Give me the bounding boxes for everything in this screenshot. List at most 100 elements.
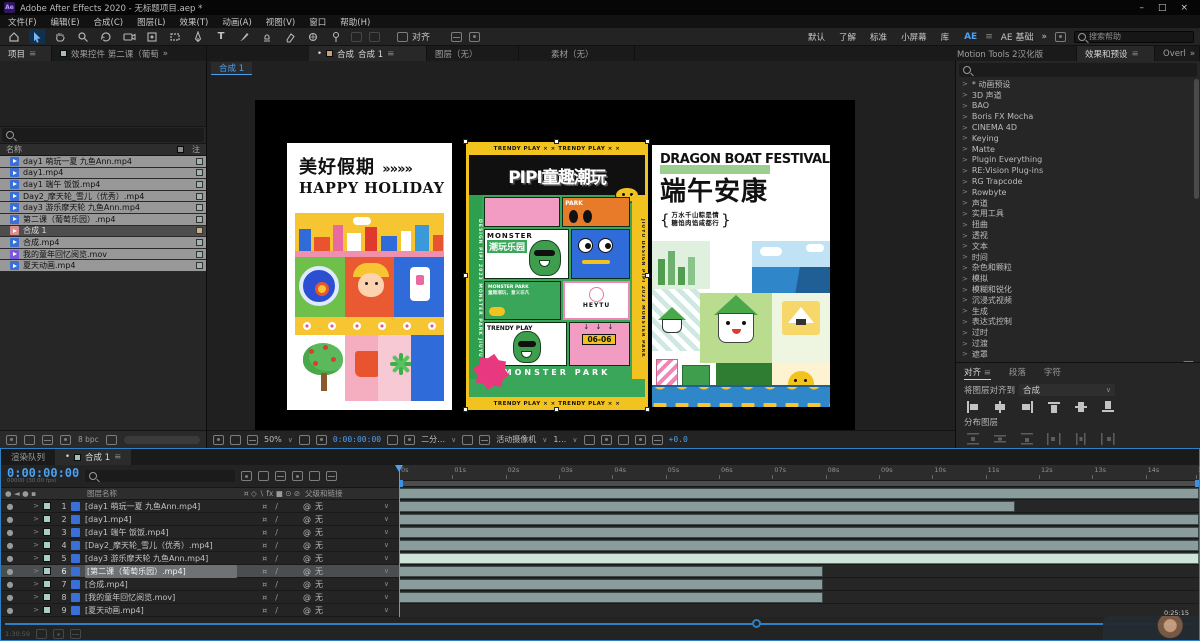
effects-group-name[interactable]: 沉浸式视频 <box>972 295 1012 306</box>
tab-render-queue[interactable]: 渲染队列 <box>1 449 55 465</box>
scrollbar-knob[interactable] <box>752 619 762 628</box>
effects-group-name[interactable]: RG Trapcode <box>972 177 1023 186</box>
effects-group-name[interactable]: 过时 <box>972 327 988 338</box>
parent-link-header[interactable]: 父级和链接 <box>305 488 397 499</box>
layer-name[interactable]: [Day2_摩天轮_雪儿（优秀）.mp4] <box>85 540 237 551</box>
viewer-timecode[interactable]: 0:00:00:00 <box>333 435 381 444</box>
layer-row[interactable]: ● > 5 [day3 游乐摩天轮 九鱼Ann.mp4] ¤ / @ 无 ∨ <box>1 552 399 565</box>
expander-icon[interactable]: > <box>962 80 968 88</box>
layer-expander-icon[interactable]: > <box>19 580 43 588</box>
expand-transfer-controls-icon[interactable] <box>53 629 65 639</box>
effects-group-name[interactable]: 文本 <box>972 241 988 252</box>
distribute-h-center-button[interactable] <box>1074 433 1088 445</box>
parent-caret-icon[interactable]: ∨ <box>384 593 395 601</box>
workspace-item[interactable]: 了解 <box>832 31 863 43</box>
work-area-bar[interactable] <box>399 480 1199 488</box>
primary-viewer-icon[interactable] <box>230 434 241 445</box>
roto-brush-tool-icon[interactable] <box>305 29 321 44</box>
minimize-button[interactable]: – <box>1139 3 1144 13</box>
layer-color-chip[interactable] <box>43 528 51 536</box>
align-v-center-button[interactable] <box>1074 401 1088 413</box>
layer-duration-bar[interactable] <box>399 540 1199 551</box>
layer-switches[interactable]: ¤ / <box>237 593 303 602</box>
workspace-item[interactable]: 小屏幕 <box>894 31 934 43</box>
eye-icon[interactable]: ● <box>1 554 19 563</box>
project-list-header[interactable]: 名称 注 <box>0 143 206 156</box>
effects-group-name[interactable]: 模拟 <box>972 273 988 284</box>
grid-icon[interactable] <box>469 31 481 42</box>
project-item[interactable]: day1.mp4 <box>0 167 206 180</box>
new-folder-icon[interactable] <box>24 434 35 445</box>
project-item-name[interactable]: day1 萌玩一夏 九鱼Ann.mp4 <box>23 156 192 167</box>
label-swatch[interactable] <box>196 215 203 223</box>
distribute-top-button[interactable] <box>966 433 980 445</box>
eye-icon[interactable]: ● <box>1 580 19 589</box>
effects-group-name[interactable]: 生成 <box>972 306 988 317</box>
selection-handle[interactable] <box>554 139 559 144</box>
effects-group[interactable]: > 过渡 <box>956 338 1200 349</box>
effects-group-name[interactable]: Matte <box>972 145 995 154</box>
label-swatch[interactable] <box>196 192 203 200</box>
mask-visibility-icon[interactable] <box>315 434 327 445</box>
layer-row[interactable]: ● > 4 [Day2_摩天轮_雪儿（优秀）.mp4] ¤ / @ 无 ∨ <box>1 539 399 552</box>
layer-duration-bar[interactable] <box>399 488 1199 499</box>
effects-group-name[interactable]: BAO <box>972 101 989 110</box>
project-item[interactable]: 合成 1 <box>0 225 206 238</box>
roi-icon[interactable] <box>462 434 474 445</box>
effects-group[interactable]: > 3D 声道 <box>956 90 1200 101</box>
expander-icon[interactable]: > <box>962 124 968 132</box>
effects-group-name[interactable]: 时间 <box>972 252 988 263</box>
parent-caret-icon[interactable]: ∨ <box>384 580 395 588</box>
selection-handle[interactable] <box>645 273 650 278</box>
tab-effects-presets[interactable]: 效果和预设 ≡ <box>1077 46 1155 61</box>
expander-icon[interactable]: > <box>962 113 968 121</box>
effects-group[interactable]: > 模拟 <box>956 273 1200 284</box>
tab-project[interactable]: 项目 ≡ <box>0 46 52 61</box>
layer-name[interactable]: [day3 游乐摩天轮 九鱼Ann.mp4] <box>85 553 237 564</box>
bit-depth[interactable]: 8 bpc <box>78 435 99 444</box>
tab-align[interactable]: 对齐 ≡ <box>964 366 991 380</box>
effects-group-name[interactable]: Rowbyte <box>972 188 1007 197</box>
channel-icon[interactable] <box>404 434 416 445</box>
effects-group-name[interactable]: 扭曲 <box>972 219 988 230</box>
parent-select[interactable]: 无 <box>315 514 323 525</box>
parent-caret-icon[interactable]: ∨ <box>384 515 395 523</box>
distribute-v-center-button[interactable] <box>993 433 1007 445</box>
composition-mini-flowchart-icon[interactable] <box>241 471 253 481</box>
parent-select[interactable]: 无 <box>315 527 323 538</box>
layer-switches[interactable]: ¤ / <box>237 541 303 550</box>
tab-composition[interactable]: • 合成 合成 1 ≡ <box>309 46 427 61</box>
layer-switches[interactable]: ¤ / <box>237 502 303 511</box>
effects-group-name[interactable]: 表达式控制 <box>972 316 1012 327</box>
pickwhip-icon[interactable]: @ <box>303 580 311 589</box>
timeline-button-icon[interactable] <box>617 434 629 445</box>
snap-checkbox-icon[interactable] <box>397 31 408 42</box>
selection-handle[interactable] <box>645 407 650 412</box>
effects-group-name[interactable]: 透视 <box>972 230 988 241</box>
viewer-comp-tab[interactable]: 合成 1 <box>211 62 253 75</box>
effects-group[interactable]: > RG Trapcode <box>956 176 1200 187</box>
expander-icon[interactable]: > <box>962 91 968 99</box>
switches-header[interactable]: ¤ ◇ ∖ fx ■ ⊙ ⊘ <box>239 489 305 498</box>
expander-icon[interactable]: > <box>962 350 968 358</box>
expander-icon[interactable]: > <box>962 102 968 110</box>
label-swatch[interactable] <box>196 157 203 165</box>
effects-group[interactable]: > 时间 <box>956 252 1200 263</box>
label-swatch[interactable] <box>196 227 203 235</box>
layer-name[interactable]: [day1 萌玩一夏 九鱼Ann.mp4] <box>85 501 237 512</box>
workspace-item[interactable]: 默认 <box>801 31 832 43</box>
layer-duration-bar[interactable] <box>399 579 823 590</box>
layer-duration-bar[interactable] <box>399 501 1015 512</box>
selection-handle[interactable] <box>645 139 650 144</box>
project-item-name[interactable]: day1 端午 饭饭.mp4 <box>23 179 192 190</box>
effects-group[interactable]: > 表达式控制 <box>956 317 1200 328</box>
workspace-item[interactable]: 库 <box>934 31 957 43</box>
layer-duration-bar[interactable] <box>399 527 1199 538</box>
layer-name[interactable]: [day1.mp4] <box>85 515 237 524</box>
tab-motion-tools[interactable]: Motion Tools 2汉化版 <box>949 46 1077 61</box>
pickwhip-icon[interactable]: @ <box>303 593 311 602</box>
layer-name[interactable]: [夏天动画.mp4] <box>85 605 237 616</box>
selection-handle[interactable] <box>554 407 559 412</box>
poster-pipi-monster-park[interactable]: TRENDY PLAY × × TRENDY PLAY × × PIPI童趣潮玩… <box>466 142 648 410</box>
effects-group-name[interactable]: CINEMA 4D <box>972 123 1017 132</box>
